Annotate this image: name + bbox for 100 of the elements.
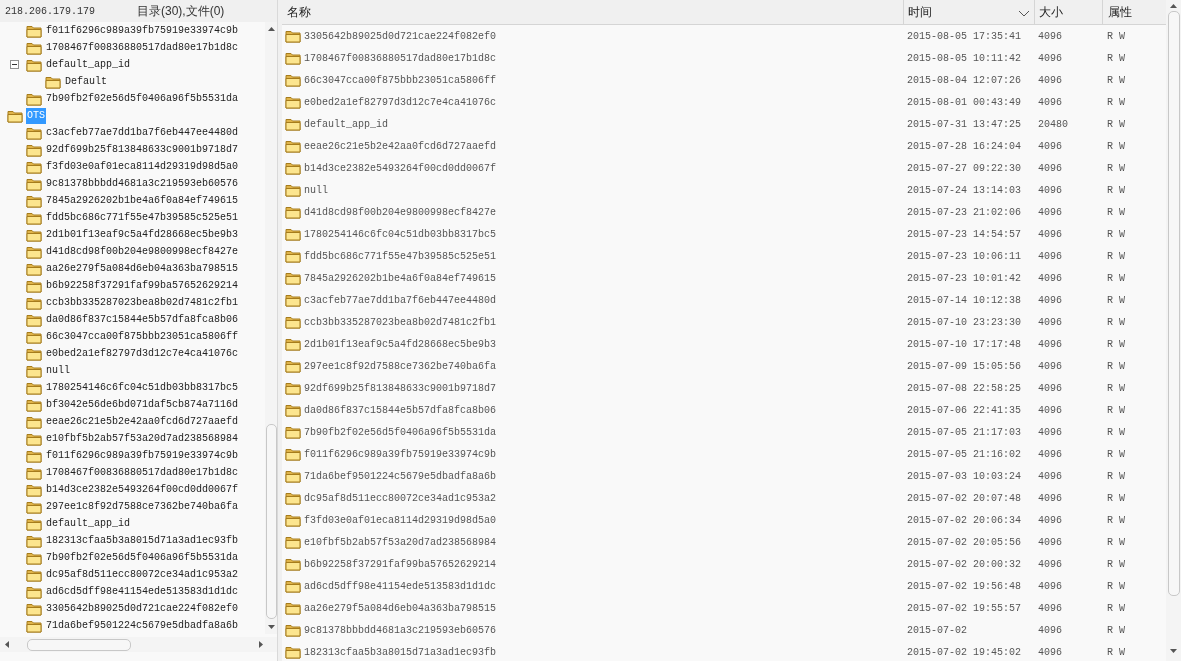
folder-icon: [285, 447, 301, 461]
file-name[interactable]: 7b90fb2f02e56d5f0406a96f5b5531da: [304, 424, 497, 440]
file-name[interactable]: b14d3ce2382e5493264f00cd0dd0067f: [304, 160, 497, 176]
tree-item[interactable]: fdd5bc686c771f55e47b39585c525e51: [45, 209, 240, 226]
tree-item[interactable]: default_app_id: [45, 515, 131, 532]
tree-item[interactable]: f3fd03e0af01eca8114d29319d98d5a0: [45, 158, 240, 175]
scroll-down-icon[interactable]: [267, 625, 275, 629]
directory-count: 目录(30),文件(0): [137, 3, 225, 20]
file-name[interactable]: dc95af8d511ecc80072ce34ad1c953a2: [304, 490, 497, 506]
folder-icon: [285, 183, 301, 197]
scrollbar[interactable]: [265, 22, 277, 634]
table-cell-text: R W: [1107, 645, 1125, 660]
file-name[interactable]: 1780254146c6fc04c51db03bb8317bc5: [304, 226, 497, 242]
scroll-left-icon[interactable]: [5, 641, 9, 648]
tree-item[interactable]: 3305642b89025d0d721cae224f082ef0: [45, 600, 240, 617]
table-cell-text: 4096: [1038, 139, 1062, 154]
scroll-up-icon[interactable]: [1170, 4, 1177, 8]
file-name[interactable]: 9c81378bbbdd4681a3c219593eb60576: [304, 622, 497, 638]
tree-item[interactable]: aa26e279f5a084d6eb04a363ba798515: [45, 260, 240, 277]
tree-item[interactable]: 9c81378bbbdd4681a3c219593eb60576: [45, 175, 240, 192]
tree-item[interactable]: 71da6bef9501224c5679e5dbadfa8a6b: [45, 617, 240, 634]
horizontal-scrollbar[interactable]: [0, 637, 277, 652]
tree-item[interactable]: 7845a2926202b1be4a6f0a84ef749615: [45, 192, 240, 209]
tree-item[interactable]: eeae26c21e5b2e42aa0fcd6d727aaefd: [45, 413, 240, 430]
tree-item[interactable]: ad6cd5dff98e41154ede513583d1d1dc: [45, 583, 240, 600]
file-name[interactable]: f011f6296c989a39fb75919e33974c9b: [304, 446, 497, 462]
scroll-right-icon[interactable]: [259, 641, 263, 648]
tree-item[interactable]: da0d86f837c15844e5b57dfa8fca8b06: [45, 311, 240, 328]
tree-item[interactable]: default_app_id: [45, 56, 131, 73]
file-name[interactable]: d41d8cd98f00b204e9800998ecf8427e: [304, 204, 497, 220]
folder-icon: [285, 293, 301, 307]
file-name[interactable]: e10fbf5b2ab57f53a20d7ad238568984: [304, 534, 497, 550]
file-name[interactable]: 7845a2926202b1be4a6f0a84ef749615: [304, 270, 497, 286]
tree-item[interactable]: 7b90fb2f02e56d5f0406a96f5b5531da: [45, 90, 240, 107]
file-name[interactable]: ccb3bb335287023bea8b02d7481c2fb1: [304, 314, 497, 330]
scrollbar[interactable]: [1166, 0, 1181, 661]
tree-item[interactable]: 182313cfaa5b3a8015d71a3ad1ec93fb: [45, 532, 240, 549]
table-cell-text: R W: [1107, 601, 1125, 616]
column-header[interactable]: 大小: [1039, 3, 1063, 21]
file-name[interactable]: 3305642b89025d0d721cae224f082ef0: [304, 28, 497, 44]
tree-item[interactable]: e10fbf5b2ab57f53a20d7ad238568984: [45, 430, 240, 447]
tree-item[interactable]: f011f6296c989a39fb75919e33974c9b: [45, 447, 240, 464]
table-cell-text: 4096: [1038, 205, 1062, 220]
scrollbar-thumb[interactable]: [27, 638, 131, 651]
tree-item[interactable]: f011f6296c989a39fb75919e33974c9b: [45, 22, 240, 39]
tree-item[interactable]: d41d8cd98f00b204e9800998ecf8427e: [45, 243, 240, 260]
file-name[interactable]: da0d86f837c15844e5b57dfa8fca8b06: [304, 402, 497, 418]
scrollbar-thumb[interactable]: [1167, 11, 1180, 596]
tree-item[interactable]: Default: [64, 73, 108, 90]
file-name[interactable]: default_app_id: [304, 116, 388, 132]
file-name[interactable]: 2d1b01f13eaf9c5a4fd28668ec5be9b3: [304, 336, 497, 352]
tree-item[interactable]: 66c3047cca00f875bbb23051ca5806ff: [45, 328, 240, 345]
tree-item[interactable]: c3acfeb77ae7dd1ba7f6eb447ee4480d: [45, 124, 240, 141]
column-header[interactable]: 时间: [908, 3, 932, 21]
tree-item[interactable]: ccb3bb335287023bea8b02d7481c2fb1: [45, 294, 240, 311]
file-name[interactable]: 71da6bef9501224c5679e5dbadfa8a6b: [304, 468, 497, 484]
file-name[interactable]: fdd5bc686c771f55e47b39585c525e51: [304, 248, 497, 264]
column-header[interactable]: 属性: [1108, 3, 1132, 21]
folder-icon: [285, 601, 301, 615]
table-cell-text: 2015-07-02 19:55:57: [907, 601, 1022, 616]
tree-item[interactable]: bf3042e56de6bd071daf5cb874a7116d: [45, 396, 240, 413]
tree-item[interactable]: 1708467f00836880517dad80e17b1d8c: [45, 39, 240, 56]
file-name[interactable]: 297ee1c8f92d7588ce7362be740ba6fa: [304, 358, 497, 374]
tree-item[interactable]: 297ee1c8f92d7588ce7362be740ba6fa: [45, 498, 240, 515]
file-name[interactable]: b6b92258f37291faf99ba57652629214: [304, 556, 497, 572]
folder-icon: [285, 117, 301, 131]
tree-item[interactable]: b6b92258f37291faf99ba57652629214: [45, 277, 240, 294]
table-cell-text: 2015-07-23 14:54:57: [907, 227, 1022, 242]
file-name[interactable]: aa26e279f5a084d6eb04a363ba798515: [304, 600, 497, 616]
tree-item[interactable]: 7b90fb2f02e56d5f0406a96f5b5531da: [45, 549, 240, 566]
file-name[interactable]: 182313cfaa5b3a8015d71a3ad1ec93fb: [304, 644, 497, 660]
tree-item[interactable]: b14d3ce2382e5493264f00cd0dd0067f: [45, 481, 240, 498]
table-cell-text: 4096: [1038, 601, 1062, 616]
file-name[interactable]: c3acfeb77ae7dd1ba7f6eb447ee4480d: [304, 292, 497, 308]
file-name[interactable]: 1708467f00836880517dad80e17b1d8c: [304, 50, 497, 66]
tree-item[interactable]: dc95af8d511ecc80072ce34ad1c953a2: [45, 566, 240, 583]
tree-item[interactable]: null: [45, 362, 71, 379]
scrollbar-thumb[interactable]: [265, 424, 277, 619]
file-name[interactable]: e0bed2a1ef82797d3d12c7e4ca41076c: [304, 94, 497, 110]
table-cell-text: 2015-07-28 16:24:04: [907, 139, 1022, 154]
file-name[interactable]: f3fd03e0af01eca8114d29319d98d5a0: [304, 512, 497, 528]
file-name[interactable]: eeae26c21e5b2e42aa0fcd6d727aaefd: [304, 138, 497, 154]
tree-item[interactable]: 1708467f00836880517dad80e17b1d8c: [45, 464, 240, 481]
table-cell-text: 2015-07-03 10:03:24: [907, 469, 1022, 484]
folder-icon: [26, 618, 42, 633]
file-name[interactable]: null: [304, 182, 328, 198]
tree-item[interactable]: 92df699b25f813848633c9001b9718d7: [45, 141, 240, 158]
column-header[interactable]: 名称: [287, 3, 311, 21]
scroll-up-icon[interactable]: [267, 27, 275, 31]
file-name[interactable]: 92df699b25f813848633c9001b9718d7: [304, 380, 497, 396]
file-name[interactable]: ad6cd5dff98e41154ede513583d1d1dc: [304, 578, 497, 594]
table-cell-text: 2015-07-23 10:01:42: [907, 271, 1022, 286]
tree-item[interactable]: e0bed2a1ef82797d3d12c7e4ca41076c: [45, 345, 240, 362]
scroll-down-icon[interactable]: [1170, 649, 1177, 653]
table-cell-text: 2015-07-02 20:05:56: [907, 535, 1022, 550]
tree-item[interactable]: 2d1b01f13eaf9c5a4fd28668ec5be9b3: [45, 226, 240, 243]
collapse-icon[interactable]: [10, 60, 19, 69]
tree-item[interactable]: 1780254146c6fc04c51db03bb8317bc5: [45, 379, 240, 396]
folder-icon: [26, 363, 42, 378]
file-name[interactable]: 66c3047cca00f875bbb23051ca5806ff: [304, 72, 497, 88]
